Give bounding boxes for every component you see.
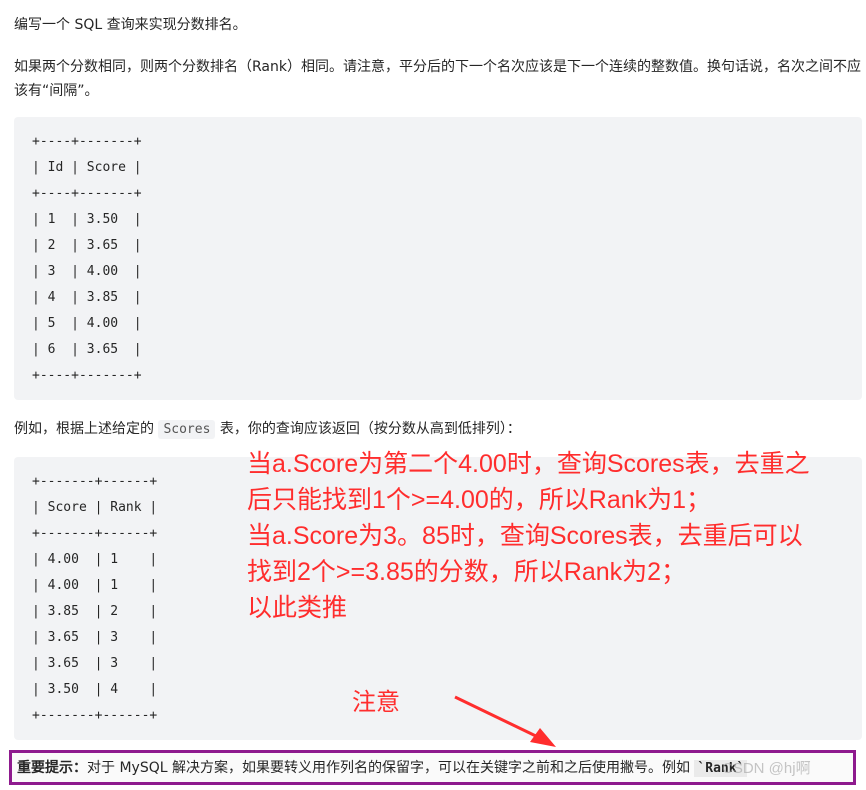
scores-table-text: +----+-------+ | Id | Score | +----+----…	[32, 134, 142, 383]
example-sentence: 例如，根据上述给定的 Scores 表，你的查询应该返回（按分数从高到低排列）：	[14, 417, 521, 442]
tip-label: 重要提示：	[17, 760, 87, 776]
annotation-line-2: 后只能找到1个>=4.00的，所以Rank为1；	[247, 486, 712, 514]
annotation-line-3: 当a.Score为3。85时，查询Scores表，去重后可以	[247, 522, 803, 550]
annotation-line-4: 找到2个>=3.85的分数，所以Rank为2；	[247, 558, 687, 586]
tip-body: 对于 MySQL 解决方案，如果要转义用作列名的保留字，可以在关键字之前和之后使…	[87, 760, 695, 776]
note-label: 注意	[352, 689, 400, 716]
red-annotation: 当a.Score为第二个4.00时，查询Scores表，去重之 后只能找到1个>…	[247, 446, 862, 626]
tip-text: 重要提示：对于 MySQL 解决方案，如果要转义用作列名的保留字，可以在关键字之…	[17, 758, 748, 779]
annotation-line-5: 以此类推	[247, 594, 348, 622]
annotation-line-1: 当a.Score为第二个4.00时，查询Scores表，去重之	[247, 450, 810, 478]
example-prefix: 例如，根据上述给定的	[14, 421, 159, 437]
intro-line-1: 编写一个 SQL 查询来实现分数排名。	[14, 17, 247, 33]
example-suffix: 表，你的查询应该返回（按分数从高到低排列）：	[215, 421, 521, 437]
result-table-text: +-------+------+ | Score | Rank | +-----…	[32, 474, 158, 723]
intro-line-2: 如果两个分数相同，则两个分数排名（Rank）相同。请注意，平分后的下一个名次应该…	[14, 59, 861, 99]
scores-table-block: +----+-------+ | Id | Score | +----+----…	[14, 117, 862, 400]
watermark: CSDN @hj啊	[722, 760, 811, 777]
scores-inline-code: Scores	[158, 420, 216, 439]
